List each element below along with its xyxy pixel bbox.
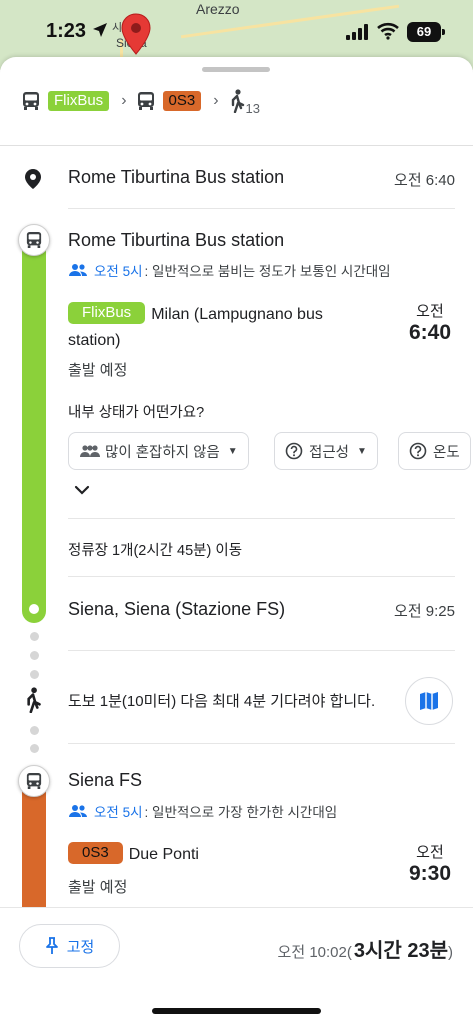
departure-time: 6:40 (408, 321, 451, 344)
origin-name[interactable]: Rome Tiburtina Bus station (68, 167, 284, 188)
stops-summary[interactable]: 정류장 1개(2시간 45분) 이동 (68, 539, 242, 560)
divider (68, 743, 455, 744)
caret-down-icon: ▼ (357, 445, 367, 457)
leg2-headsign[interactable]: 0S3 Due Ponti (68, 842, 368, 868)
departure-ampm: 오전 (416, 844, 444, 861)
show-on-map-button[interactable] (405, 677, 453, 725)
walk-path-dot (30, 670, 39, 679)
divider (68, 208, 455, 209)
drag-handle[interactable] (202, 67, 270, 72)
directions-sheet: FlixBus › 0S3 › 13 Rome Tiburtina Bus st… (0, 57, 473, 1024)
leg2-departure: 오전 9:30 (409, 841, 451, 886)
home-indicator[interactable] (152, 1008, 321, 1014)
walk-duration: 13 (245, 100, 261, 116)
pin-button-label: 고정 (66, 938, 95, 956)
departure-ampm: 오전 (416, 303, 444, 320)
clock: 1:23 (46, 20, 87, 42)
departure-time: 9:30 (408, 862, 451, 885)
transit-node (18, 224, 50, 256)
os3-line-badge: 0S3 (68, 842, 123, 864)
people-icon (69, 264, 87, 276)
walk-path-dot (30, 744, 39, 753)
accessibility-chip[interactable]: 접근성 ▼ (274, 432, 378, 470)
arrival-close-paren: ) (448, 944, 453, 961)
bus-icon (23, 92, 39, 110)
arrival-time: 오전 9:25 (394, 603, 455, 620)
crowd-text: : 일반적으로 붐비는 정도가 보통인 시간대임 (144, 264, 391, 279)
leg1-departure: 오전 6:40 (409, 300, 451, 345)
os3-line-badge: 0S3 (162, 91, 202, 111)
chevron-down-icon[interactable] (74, 485, 90, 495)
origin-time: 오전 6:40 (394, 172, 455, 189)
bottom-bar: 고정 오전 10:02(3시간 23분) (0, 907, 473, 1024)
crowd-time: 오전 5시 (94, 805, 143, 820)
leg2-schedule-status: 출발 예정 (68, 879, 128, 896)
route-summary: FlixBus › 0S3 › 13 (22, 87, 261, 116)
crowd-info: 오전 5시 : 일반적으로 붐비는 정도가 보통인 시간대임 (68, 260, 391, 280)
temperature-chip[interactable]: 온도 (398, 432, 471, 470)
divider (0, 145, 473, 146)
stop-marker (26, 601, 42, 617)
people-icon (69, 805, 87, 817)
walk-icon (231, 89, 244, 113)
place-pin-icon (25, 169, 41, 189)
walk-path-dot (30, 651, 39, 660)
bus-icon (137, 92, 154, 110)
walk-instructions: 도보 1분(10미터) 다음 최대 4분 기다려야 합니다. (68, 693, 376, 710)
accessibility-chip-label: 접근성 (309, 444, 350, 461)
flixbus-route-line (22, 231, 46, 623)
arrival-time-label: 오전 10:02( (277, 944, 352, 961)
walk-icon (27, 687, 41, 713)
walk-path-dot (30, 632, 39, 641)
leg1-schedule-status: 출발 예정 (68, 362, 128, 379)
cellular-signal-icon (346, 24, 368, 40)
feedback-question: 내부 상태가 어떤가요? (68, 405, 205, 421)
battery-indicator: 69 (407, 22, 445, 42)
chevron-right-icon: › (213, 92, 219, 109)
arrival-stop-name[interactable]: Siena, Siena (Stazione FS) (68, 599, 285, 620)
crowding-chip[interactable]: 많이 혼잡하지 않음 ▼ (68, 432, 249, 470)
leg2-destination: Due Ponti (128, 846, 199, 863)
divider (68, 518, 455, 519)
question-circle-icon (409, 442, 427, 460)
chevron-right-icon: › (121, 92, 127, 109)
temperature-chip-label: 온도 (433, 444, 460, 461)
walk-path-dot (30, 726, 39, 735)
question-circle-icon (285, 442, 303, 460)
leg1-headsign[interactable]: FlixBus Milan (Lampugnano bus station) (68, 302, 368, 354)
divider (68, 576, 455, 577)
divider (68, 650, 455, 651)
crowd-time: 오전 5시 (94, 264, 143, 279)
flixbus-line-badge: FlixBus (68, 302, 146, 324)
bus-icon (26, 232, 42, 248)
pin-button[interactable]: 고정 (19, 924, 120, 968)
bus-icon (26, 773, 42, 789)
location-arrow-icon (93, 23, 107, 37)
status-bar: 1:23 69 (0, 0, 473, 62)
crowd-info: 오전 5시 : 일반적으로 가장 한가한 시간대임 (68, 801, 337, 821)
transit-node (18, 765, 50, 797)
pin-icon (45, 937, 58, 954)
arrival-summary: 오전 10:02(3시간 23분) (278, 934, 453, 963)
leg1-stop-name[interactable]: Rome Tiburtina Bus station (68, 230, 284, 251)
feedback-chips: 많이 혼잡하지 않음 ▼ 접근성 ▼ 온도 (68, 432, 473, 472)
map-icon (420, 692, 438, 710)
flixbus-line-badge: FlixBus (48, 91, 110, 111)
caret-down-icon: ▼ (227, 445, 238, 457)
crowd-text: : 일반적으로 가장 한가한 시간대임 (144, 805, 338, 820)
wifi-icon (377, 22, 399, 40)
crowding-chip-label: 많이 혼잡하지 않음 (105, 444, 220, 461)
people-icon (80, 445, 100, 457)
trip-duration: 3시간 23분 (353, 940, 448, 962)
leg2-stop-name[interactable]: Siena FS (68, 770, 142, 791)
